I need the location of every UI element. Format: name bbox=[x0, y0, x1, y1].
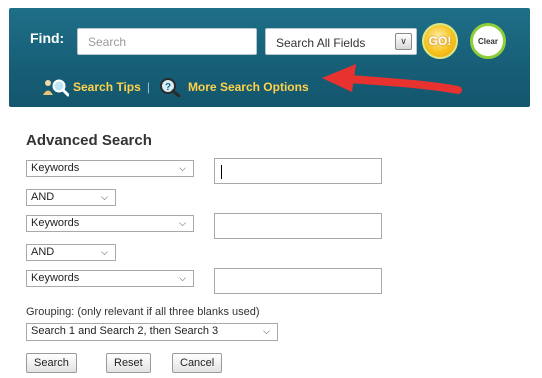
search-field-select[interactable]: Search All Fields ∨ bbox=[265, 28, 417, 55]
chevron-down-icon: ⌵ bbox=[179, 163, 186, 173]
people-magnifier-icon bbox=[43, 77, 70, 97]
operator-select-2[interactable]: AND ⌵ bbox=[26, 244, 116, 261]
clear-button[interactable]: Clear bbox=[470, 23, 506, 59]
keyword-field-select-1[interactable]: Keywords ⌵ bbox=[26, 160, 194, 177]
search-input[interactable] bbox=[77, 28, 257, 55]
search-subnav: Search Tips | ? More Search Options bbox=[43, 77, 309, 98]
chevron-down-icon: ∨ bbox=[395, 33, 412, 50]
search-tips-link[interactable]: Search Tips bbox=[43, 77, 141, 97]
reset-button[interactable]: Reset bbox=[106, 353, 151, 373]
keyword-field-select-3[interactable]: Keywords ⌵ bbox=[26, 270, 194, 287]
search-field-select-value: Search All Fields bbox=[276, 36, 366, 50]
more-search-options-link[interactable]: ? More Search Options bbox=[158, 77, 309, 98]
find-label: Find: bbox=[30, 30, 65, 46]
svg-text:?: ? bbox=[165, 82, 171, 93]
cancel-button[interactable]: Cancel bbox=[172, 353, 223, 373]
search-term-input-1[interactable] bbox=[214, 158, 382, 184]
advanced-search-title: Advanced Search bbox=[26, 132, 152, 149]
search-button[interactable]: Search bbox=[26, 353, 77, 373]
chevron-down-icon: ⌵ bbox=[101, 247, 108, 257]
chevron-down-icon: ⌵ bbox=[179, 273, 186, 283]
operator-select-1[interactable]: AND ⌵ bbox=[26, 189, 116, 206]
more-search-options-label: More Search Options bbox=[187, 80, 309, 94]
operator-select-1-value: AND bbox=[31, 191, 55, 203]
go-button-label: GO! bbox=[428, 34, 452, 48]
subnav-divider: | bbox=[146, 80, 150, 94]
search-term-input-3[interactable] bbox=[214, 268, 382, 294]
clear-button-label: Clear bbox=[477, 36, 498, 46]
keyword-field-select-1-value: Keywords bbox=[31, 162, 80, 174]
keyword-field-select-2-value: Keywords bbox=[31, 217, 80, 229]
search-term-input-2[interactable] bbox=[214, 213, 382, 239]
go-button[interactable]: GO! bbox=[422, 23, 458, 59]
keyword-field-select-2[interactable]: Keywords ⌵ bbox=[26, 215, 194, 232]
operator-select-2-value: AND bbox=[31, 246, 55, 258]
chevron-down-icon: ⌵ bbox=[179, 218, 186, 228]
grouping-select[interactable]: Search 1 and Search 2, then Search 3 ⌵ bbox=[26, 323, 278, 341]
chevron-down-icon: ⌵ bbox=[101, 192, 108, 202]
grouping-label: Grouping: (only relevant if all three bl… bbox=[26, 306, 260, 318]
red-arrow-icon bbox=[322, 64, 462, 94]
search-tips-label: Search Tips bbox=[73, 80, 141, 94]
keyword-field-select-3-value: Keywords bbox=[31, 272, 80, 284]
grouping-select-value: Search 1 and Search 2, then Search 3 bbox=[31, 325, 219, 337]
question-magnifier-icon: ? bbox=[158, 77, 184, 98]
chevron-down-icon: ⌵ bbox=[263, 326, 270, 336]
text-caret bbox=[221, 165, 222, 179]
